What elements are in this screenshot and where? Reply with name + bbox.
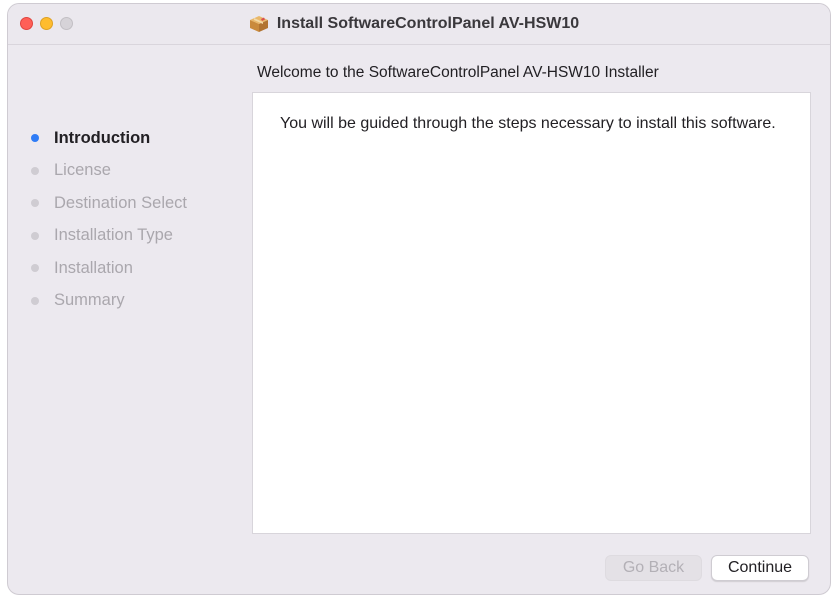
step-installation-type: Installation Type [30, 220, 187, 253]
go-back-button[interactable]: Go Back [605, 555, 702, 581]
intro-text: You will be guided through the steps nec… [280, 115, 776, 132]
installer-steps: Introduction License Destination Select … [30, 122, 187, 317]
step-label: Introduction [54, 128, 151, 147]
step-indicator-dot [31, 231, 39, 240]
step-destination-select: Destination Select [30, 187, 187, 220]
step-label: Summary [54, 291, 125, 310]
continue-button[interactable]: Continue [711, 555, 809, 581]
step-license: License [30, 155, 187, 188]
step-label: Destination Select [54, 193, 187, 212]
step-introduction: Introduction [30, 122, 187, 155]
title-bar: Install SoftwareControlPanel AV-HSW10 [8, 4, 830, 45]
step-indicator-dot [31, 296, 39, 305]
package-icon [249, 16, 268, 32]
window-title-group: Install SoftwareControlPanel AV-HSW10 [8, 4, 830, 44]
step-indicator-dot [31, 134, 39, 143]
content-panel: You will be guided through the steps nec… [252, 92, 811, 534]
step-label: Installation Type [54, 226, 173, 245]
step-installation: Installation [30, 252, 187, 285]
step-indicator-dot [31, 166, 39, 175]
step-label: Installation [54, 258, 133, 277]
installer-window: Install SoftwareControlPanel AV-HSW10 We… [8, 4, 830, 594]
step-indicator-dot [31, 199, 39, 208]
window-title: Install SoftwareControlPanel AV-HSW10 [276, 15, 580, 32]
step-label: License [54, 161, 111, 180]
step-summary: Summary [30, 285, 187, 318]
step-indicator-dot [31, 264, 39, 273]
page-heading: Welcome to the SoftwareControlPanel AV-H… [257, 64, 659, 81]
